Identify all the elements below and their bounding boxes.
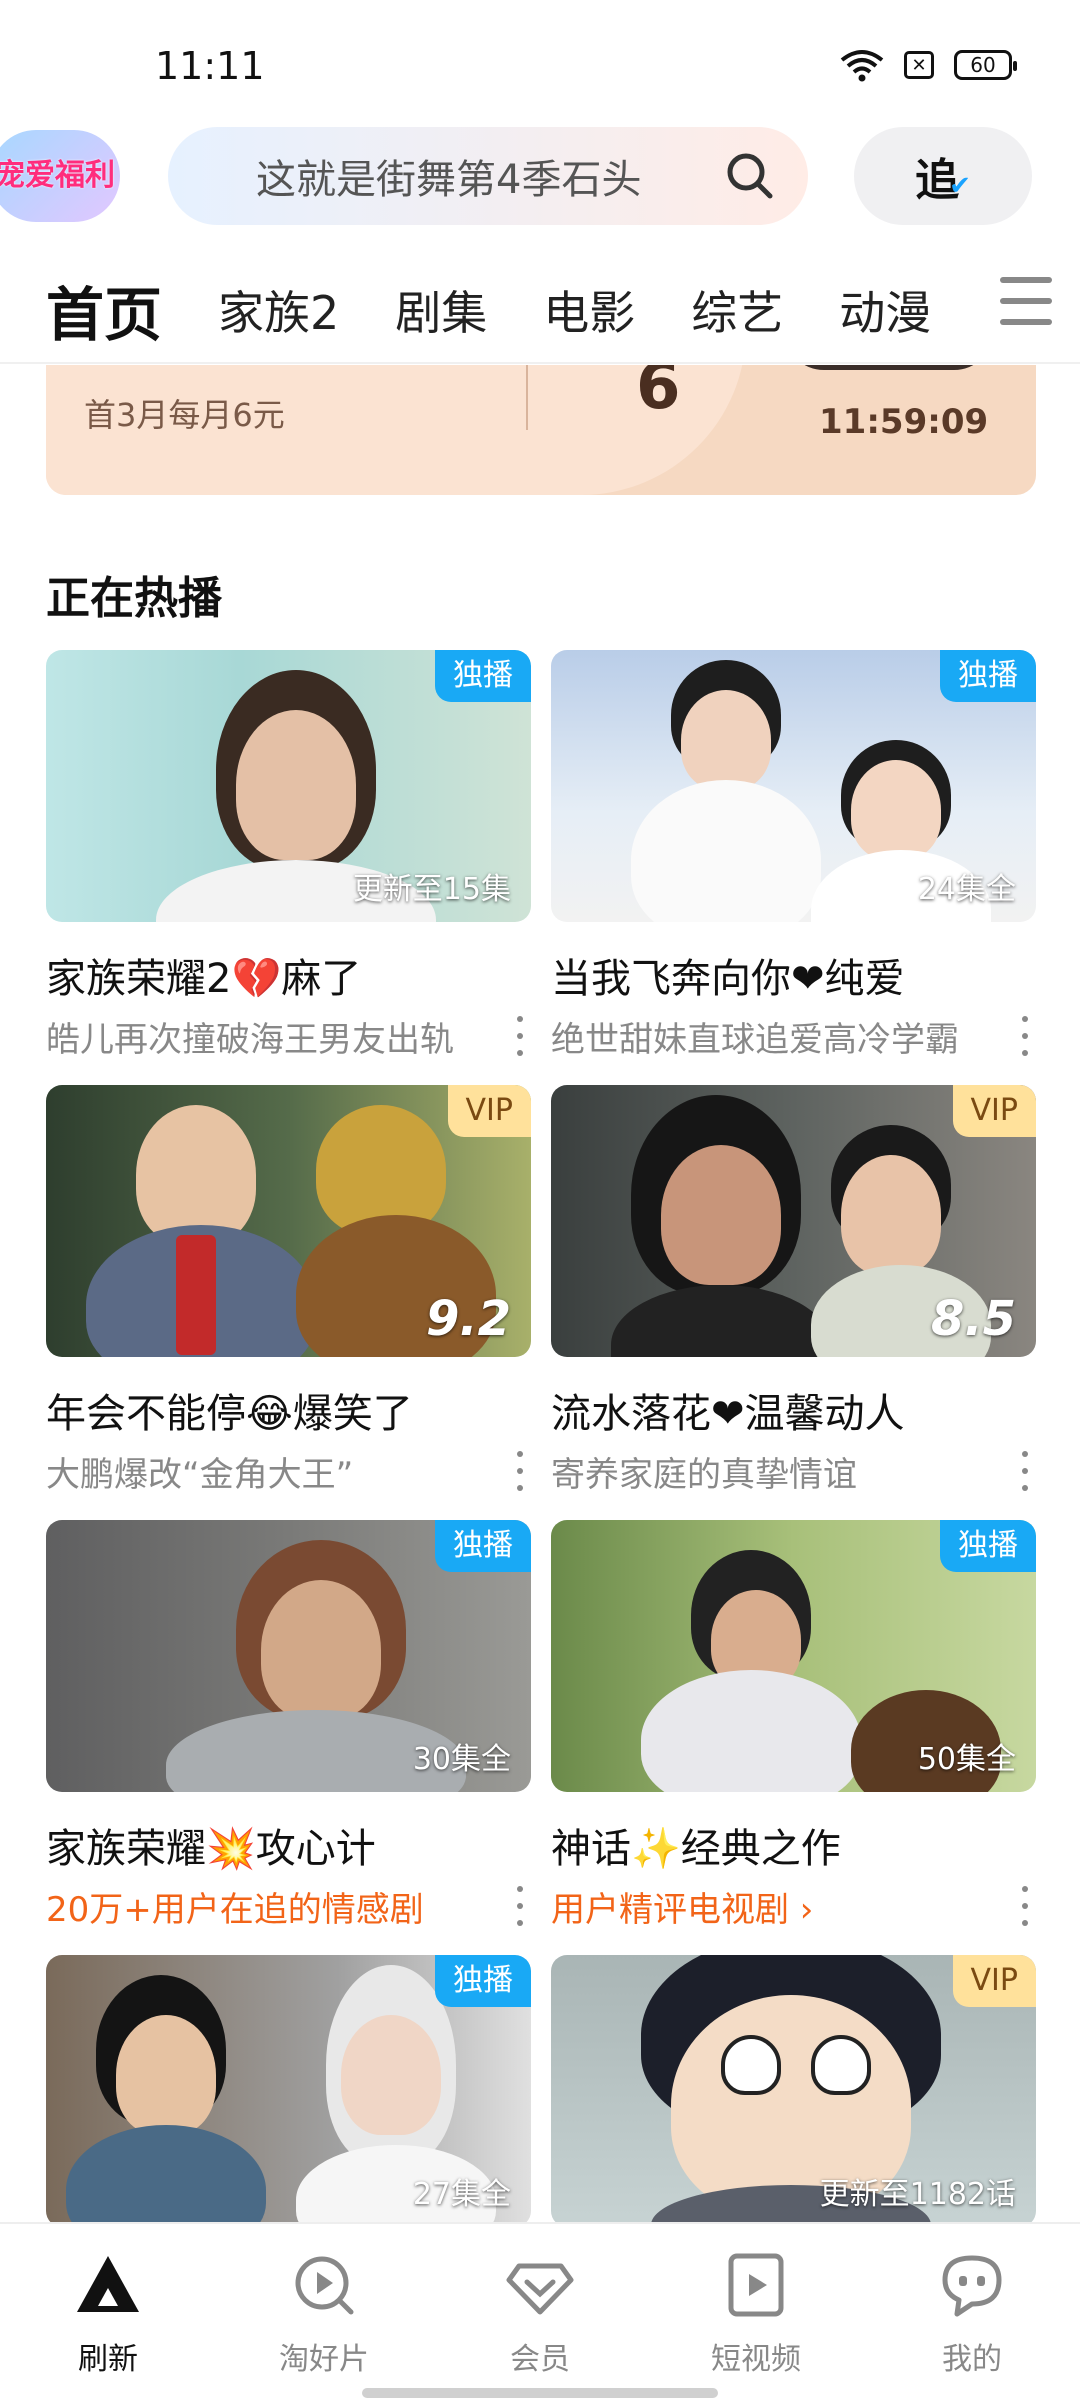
video-card[interactable]: 独播 27集全 xyxy=(46,1955,531,2227)
home-indicator[interactable] xyxy=(362,2388,718,2398)
nav-discover[interactable]: 淘好片 xyxy=(216,2224,432,2400)
video-thumbnail[interactable]: 独播 30集全 xyxy=(46,1520,531,1792)
rating-score: 9.2 xyxy=(425,1291,511,1347)
refresh-triangle-icon xyxy=(73,2250,143,2320)
status-time: 11:11 xyxy=(155,44,265,88)
more-options-icon[interactable] xyxy=(515,1886,525,1926)
video-thumbnail[interactable]: 独播 27集全 xyxy=(46,1955,531,2227)
episode-info: 50集全 xyxy=(917,1742,1016,1777)
tab-home[interactable]: 首页 xyxy=(46,268,162,352)
video-card[interactable]: VIP 9.2 年会不能停😂爆笑了 大鹏爆改“金角大王” xyxy=(46,1085,531,1495)
no-sim-icon: ✕ xyxy=(904,51,934,79)
promo-badge[interactable]: 宠爱福利 xyxy=(0,130,120,222)
profile-chat-icon xyxy=(937,2250,1007,2320)
more-options-icon[interactable] xyxy=(1020,1886,1030,1926)
banner-divider xyxy=(526,360,528,430)
tab-family2[interactable]: 家族2 xyxy=(218,277,339,343)
video-thumbnail[interactable]: 独播 50集全 xyxy=(551,1520,1036,1792)
banner-countdown: 11:59:09 xyxy=(819,402,989,442)
nav-short-video[interactable]: 短视频 xyxy=(648,2224,864,2400)
exclusive-badge: 独播 xyxy=(435,650,531,702)
video-subtitle: 绝世甜妹直球追爱高冷学霸 xyxy=(551,1020,959,1060)
follow-button[interactable]: 追 ✔ xyxy=(854,127,1032,225)
video-card[interactable]: 独播 30集全 家族荣耀💥攻心计 20万+用户在追的情感剧 xyxy=(46,1520,531,1930)
wifi-icon xyxy=(840,50,884,82)
discover-play-icon xyxy=(289,2250,359,2320)
more-options-icon[interactable] xyxy=(1020,1451,1030,1491)
nav-label: 短视频 xyxy=(711,2342,801,2377)
episode-info: 30集全 xyxy=(412,1742,511,1777)
video-thumbnail[interactable]: VIP 8.5 xyxy=(551,1085,1036,1357)
video-thumbnail[interactable]: VIP 更新至1182话 xyxy=(551,1955,1036,2227)
video-thumbnail[interactable]: 独播 24集全 xyxy=(551,650,1036,922)
video-card[interactable]: 独播 50集全 神话✨经典之作 用户精评电视剧 › xyxy=(551,1520,1036,1931)
video-subtitle: 大鹏爆改“金角大王” xyxy=(46,1455,354,1495)
section-title: 正在热播 xyxy=(46,573,222,624)
rating-score: 8.5 xyxy=(930,1291,1016,1347)
video-thumbnail[interactable]: VIP 9.2 xyxy=(46,1085,531,1357)
video-card[interactable]: 独播 24集全 当我飞奔向你❤纯爱 绝世甜妹直球追爱高冷学霸 xyxy=(551,650,1036,1060)
nav-label: 刷新 xyxy=(78,2342,138,2377)
video-title[interactable]: 神话✨经典之作 xyxy=(551,1816,1036,1874)
search-icon[interactable] xyxy=(724,150,774,200)
nav-label: 会员 xyxy=(510,2342,570,2377)
video-subtitle: 皓儿再次撞破海王男友出轨 xyxy=(46,1020,454,1060)
episode-info: 更新至1182话 xyxy=(819,2177,1016,2212)
search-placeholder: 这就是街舞第4季石头 xyxy=(256,157,642,203)
more-options-icon[interactable] xyxy=(515,1016,525,1056)
video-card[interactable]: VIP 8.5 流水落花❤温馨动人 寄养家庭的真挚情谊 xyxy=(551,1085,1036,1495)
vip-badge: VIP xyxy=(952,1085,1036,1137)
video-card[interactable]: VIP 更新至1182话 xyxy=(551,1955,1036,2227)
tab-series[interactable]: 剧集 xyxy=(395,277,487,343)
exclusive-badge: 独播 xyxy=(435,1955,531,2007)
promo-badge-text: 宠爱福利 xyxy=(0,158,115,193)
battery-level: 60 xyxy=(970,53,996,77)
bottom-nav: 刷新 淘好片 会员 短视频 我的 xyxy=(0,2222,1080,2400)
status-bar: 11:11 ✕ 60 xyxy=(0,0,1080,120)
vip-badge: VIP xyxy=(447,1085,531,1137)
exclusive-badge: 独播 xyxy=(435,1520,531,1572)
nav-label: 淘好片 xyxy=(279,2342,369,2377)
status-icons: ✕ 60 xyxy=(840,48,1017,82)
nav-profile[interactable]: 我的 xyxy=(864,2224,1080,2400)
check-icon: ✔ xyxy=(949,171,971,201)
more-options-icon[interactable] xyxy=(1020,1016,1030,1056)
vip-diamond-icon xyxy=(505,2250,575,2320)
episode-info: 24集全 xyxy=(917,872,1016,907)
video-title[interactable]: 当我飞奔向你❤纯爱 xyxy=(551,946,1036,1004)
nav-refresh[interactable]: 刷新 xyxy=(0,2224,216,2400)
episode-info: 27集全 xyxy=(412,2177,511,2212)
short-video-icon xyxy=(721,2250,791,2320)
video-title[interactable]: 家族荣耀💥攻心计 xyxy=(46,1816,531,1874)
search-bar[interactable]: 这就是街舞第4季石头 xyxy=(168,127,808,225)
tab-movie[interactable]: 电影 xyxy=(543,277,635,343)
nav-label: 我的 xyxy=(942,2342,1002,2377)
video-card[interactable]: 独播 更新至15集 家族荣耀2💔麻了 皓儿再次撞破海王男友出轨 xyxy=(46,650,531,1060)
nav-vip[interactable]: 会员 xyxy=(432,2224,648,2400)
exclusive-badge: 独播 xyxy=(940,1520,1036,1572)
tabs-divider xyxy=(0,362,1080,364)
video-subtitle: 寄养家庭的真挚情谊 xyxy=(551,1455,857,1495)
tab-anime[interactable]: 动漫 xyxy=(839,277,931,343)
channel-tabs: 首页 家族2 剧集 电影 综艺 动漫 xyxy=(0,255,1080,365)
menu-icon[interactable] xyxy=(1000,277,1052,325)
video-title[interactable]: 年会不能停😂爆笑了 xyxy=(46,1381,531,1439)
battery-icon: 60 xyxy=(954,50,1017,80)
vip-badge: VIP xyxy=(952,1955,1036,2007)
video-thumbnail[interactable]: 独播 更新至15集 xyxy=(46,650,531,922)
tab-variety[interactable]: 综艺 xyxy=(691,277,783,343)
video-title[interactable]: 家族荣耀2💔麻了 xyxy=(46,946,531,1004)
more-options-icon[interactable] xyxy=(515,1451,525,1491)
banner-price-subtitle: 首3月每月6元 xyxy=(84,396,285,434)
video-subtitle[interactable]: 用户精评电视剧 › xyxy=(551,1882,1036,1931)
exclusive-badge: 独播 xyxy=(940,650,1036,702)
video-title[interactable]: 流水落花❤温馨动人 xyxy=(551,1381,1036,1439)
video-subtitle: 20万+用户在追的情感剧 xyxy=(46,1890,424,1930)
episode-info: 更新至15集 xyxy=(352,872,511,907)
